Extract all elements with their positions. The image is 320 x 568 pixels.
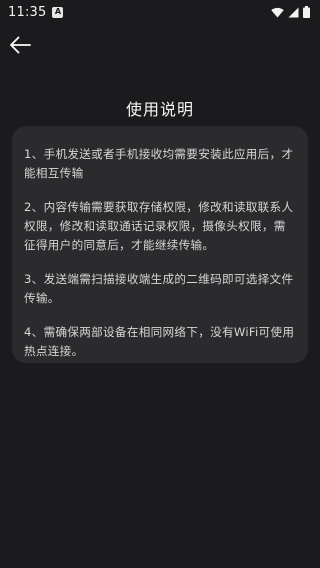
status-bar: 11:35 A [0,0,320,24]
instruction-item: 4、需确保两部设备在相同网络下，没有WiFi可使用热点连接。 [24,325,295,358]
instruction-item: 3、发送端需扫描接收端生成的二维码即可选择文件传输。 [24,272,294,305]
status-left: 11:35 A [8,4,64,20]
arrow-left-icon [9,36,31,58]
signal-icon [288,7,299,18]
battery-icon [303,6,310,18]
status-right [271,6,310,18]
screen: 11:35 A 使用说明 1、手机发送或者手机接收均需要安装此应用后，才能相互传… [0,0,320,568]
notification-a-icon: A [52,6,64,18]
instructions-card: 1、手机发送或者手机接收均需要安装此应用后，才能相互传输 2、内容传输需要获取存… [12,126,308,363]
instruction-item: 2、内容传输需要获取存储权限，修改和读取联系人权限，修改和读取通话记录权限，摄像… [24,200,294,252]
status-time: 11:35 [8,4,47,20]
instruction-item: 1、手机发送或者手机接收均需要安装此应用后，才能相互传输 [24,147,294,180]
page-title: 使用说明 [125,100,194,119]
back-button[interactable] [6,34,34,60]
wifi-icon [271,7,284,18]
